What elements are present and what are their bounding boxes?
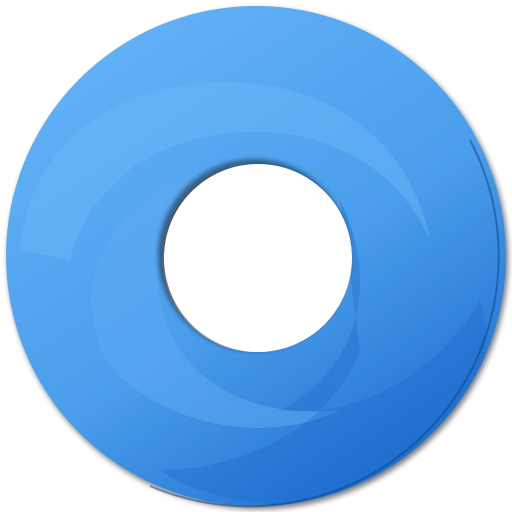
blue-ring-swirl-icon [5,6,506,508]
icon-canvas [0,0,512,512]
ring-hole [164,164,352,352]
